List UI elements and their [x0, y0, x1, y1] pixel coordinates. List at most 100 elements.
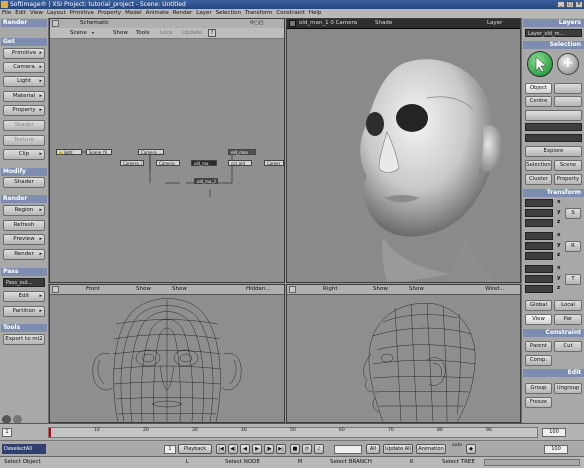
- timeline-track[interactable]: 10 20 30 40 50 60 70 80 90: [48, 427, 538, 438]
- right-viewport[interactable]: Right Show Show Wiref...: [286, 284, 521, 423]
- selection-filter-dropdown[interactable]: [525, 110, 582, 121]
- add-selection-tool[interactable]: +: [557, 53, 579, 75]
- selection-field[interactable]: [525, 123, 582, 131]
- right-show2-menu[interactable]: Show: [409, 285, 424, 294]
- parent-button[interactable]: Parent: [525, 341, 552, 352]
- next-key-button[interactable]: |▶: [264, 444, 274, 454]
- viewport-menu-icon[interactable]: [52, 20, 59, 27]
- auto-key-toggle[interactable]: auto: [450, 443, 464, 455]
- render-button[interactable]: Render ▸: [3, 249, 45, 260]
- save-key-icon[interactable]: ◆: [466, 444, 476, 454]
- selection-arrow-tool[interactable]: [527, 51, 553, 77]
- timeline-start-field[interactable]: 1: [2, 428, 12, 437]
- update-all-button[interactable]: Update All: [383, 444, 413, 454]
- minimize-button[interactable]: _: [557, 1, 565, 8]
- menu-file[interactable]: File: [0, 9, 13, 18]
- schematic-node-light[interactable]: ● light: [56, 149, 82, 155]
- front-display-menu[interactable]: Hidden...: [246, 285, 271, 294]
- export-mi2-button[interactable]: Export to mi2: [3, 334, 45, 345]
- cluster-button[interactable]: Cluster: [525, 174, 552, 185]
- camera-shade-menu[interactable]: Shade: [375, 19, 392, 28]
- loop-icon[interactable]: ⟳: [302, 444, 312, 454]
- help-icon[interactable]: ?: [208, 29, 216, 37]
- current-frame-field[interactable]: [334, 445, 362, 454]
- scene-dropdown-arrow[interactable]: ▾: [92, 28, 94, 38]
- menu-model[interactable]: Model: [123, 9, 144, 18]
- front-show-menu[interactable]: Show: [136, 285, 151, 294]
- selection-button[interactable]: Selection: [525, 160, 552, 171]
- selection-name-field[interactable]: [525, 134, 582, 142]
- viewport-menu-icon[interactable]: [289, 286, 296, 293]
- rotate-button[interactable]: R: [565, 241, 581, 252]
- timeline[interactable]: 1 10 20 30 40 50 60 70 80 90 100: [0, 423, 584, 441]
- animation-button[interactable]: Animation: [416, 444, 446, 454]
- maximize-button[interactable]: □: [566, 1, 574, 8]
- translate-x-field[interactable]: [525, 265, 553, 273]
- scale-x-field[interactable]: [525, 199, 553, 207]
- explore-button[interactable]: Explore: [525, 146, 582, 157]
- property-sel-button[interactable]: Property: [554, 174, 582, 185]
- schematic-node-camera[interactable]: Camera: [156, 160, 180, 166]
- menu-view[interactable]: View: [28, 9, 45, 18]
- show-menu[interactable]: Show: [113, 28, 128, 38]
- play-forward-button[interactable]: ▶: [252, 444, 262, 454]
- audio-icon[interactable]: ♪: [314, 444, 324, 454]
- camera-layer-menu[interactable]: Layer: [487, 19, 502, 28]
- local-button[interactable]: Local: [554, 300, 582, 311]
- menu-primitive[interactable]: Primitive: [68, 9, 96, 18]
- centre-filter-button[interactable]: [554, 96, 582, 107]
- partition-button[interactable]: Partition ▸: [3, 306, 45, 317]
- frame-start-field[interactable]: 1: [164, 445, 176, 454]
- menu-property[interactable]: Property: [96, 9, 123, 18]
- schematic-title[interactable]: Schematic: [80, 19, 109, 28]
- menu-layout[interactable]: Layout: [45, 9, 68, 18]
- schematic-node-old-ma-2[interactable]: old_ma_2: [194, 178, 218, 184]
- viewport-menu-icon[interactable]: [52, 286, 59, 293]
- freeze-button[interactable]: Freeze: [525, 397, 552, 408]
- close-button[interactable]: ×: [575, 1, 583, 8]
- tools-menu[interactable]: Tools: [136, 28, 150, 38]
- camera-viewport[interactable]: old_man_1 0 Camera Shade Layer: [286, 18, 521, 283]
- prev-key-button[interactable]: ◀|: [228, 444, 238, 454]
- all-button[interactable]: All: [366, 444, 380, 454]
- right-show-menu[interactable]: Show: [373, 285, 388, 294]
- schematic-node-col-old[interactable]: col_old: [228, 160, 252, 166]
- go-last-frame-button[interactable]: ▶|: [276, 444, 286, 454]
- render-module-header[interactable]: Render: [1, 19, 47, 27]
- scene-button[interactable]: Scene: [554, 160, 582, 171]
- camera-button[interactable]: Camera ▸: [3, 62, 45, 73]
- front-show2-menu[interactable]: Show: [172, 285, 187, 294]
- translate-z-field[interactable]: [525, 285, 553, 293]
- group-button[interactable]: Group: [525, 383, 552, 394]
- schematic-node-camera-1[interactable]: Camera_...: [138, 149, 164, 155]
- playback-button[interactable]: Playback: [178, 444, 212, 454]
- primitive-button[interactable]: Primitive ▸: [3, 48, 45, 59]
- clip-button[interactable]: Clip ▸: [3, 149, 45, 160]
- menu-edit[interactable]: Edit: [13, 9, 28, 18]
- scale-z-field[interactable]: [525, 219, 553, 227]
- right-view-title[interactable]: Right: [323, 285, 337, 294]
- schematic-node-scene-fil[interactable]: Scene_fil: [86, 149, 112, 155]
- schematic-node-camer[interactable]: Camer: [264, 160, 284, 166]
- go-first-frame-button[interactable]: |◀: [216, 444, 226, 454]
- menu-selection[interactable]: Selection: [214, 9, 243, 18]
- translate-y-field[interactable]: [525, 275, 553, 283]
- layer-dropdown[interactable]: Layer_old_m...: [525, 29, 582, 37]
- translate-button[interactable]: T: [565, 274, 581, 285]
- pass-dropdown[interactable]: Pass_out...: [3, 278, 45, 287]
- menu-layer[interactable]: Layer: [194, 9, 213, 18]
- rotate-x-field[interactable]: [525, 232, 553, 240]
- ungroup-button[interactable]: Ungroup: [554, 383, 582, 394]
- front-view-title[interactable]: Front: [86, 285, 100, 294]
- region-button[interactable]: Region ▸: [3, 205, 45, 216]
- modify-shader-button[interactable]: Shader: [3, 177, 45, 188]
- rotate-z-field[interactable]: [525, 252, 553, 260]
- material-button[interactable]: Material ▸: [3, 91, 45, 102]
- viewport-controls-icon[interactable]: ⟳▢◰: [250, 19, 264, 28]
- object-button[interactable]: Object: [525, 83, 552, 94]
- menu-help[interactable]: Help: [307, 9, 324, 18]
- preview-button[interactable]: Preview ▸: [3, 234, 45, 245]
- scale-button[interactable]: S: [565, 208, 581, 219]
- play-backward-button[interactable]: ◀: [240, 444, 250, 454]
- camera-view-title[interactable]: old_man_1 0 Camera: [299, 19, 357, 28]
